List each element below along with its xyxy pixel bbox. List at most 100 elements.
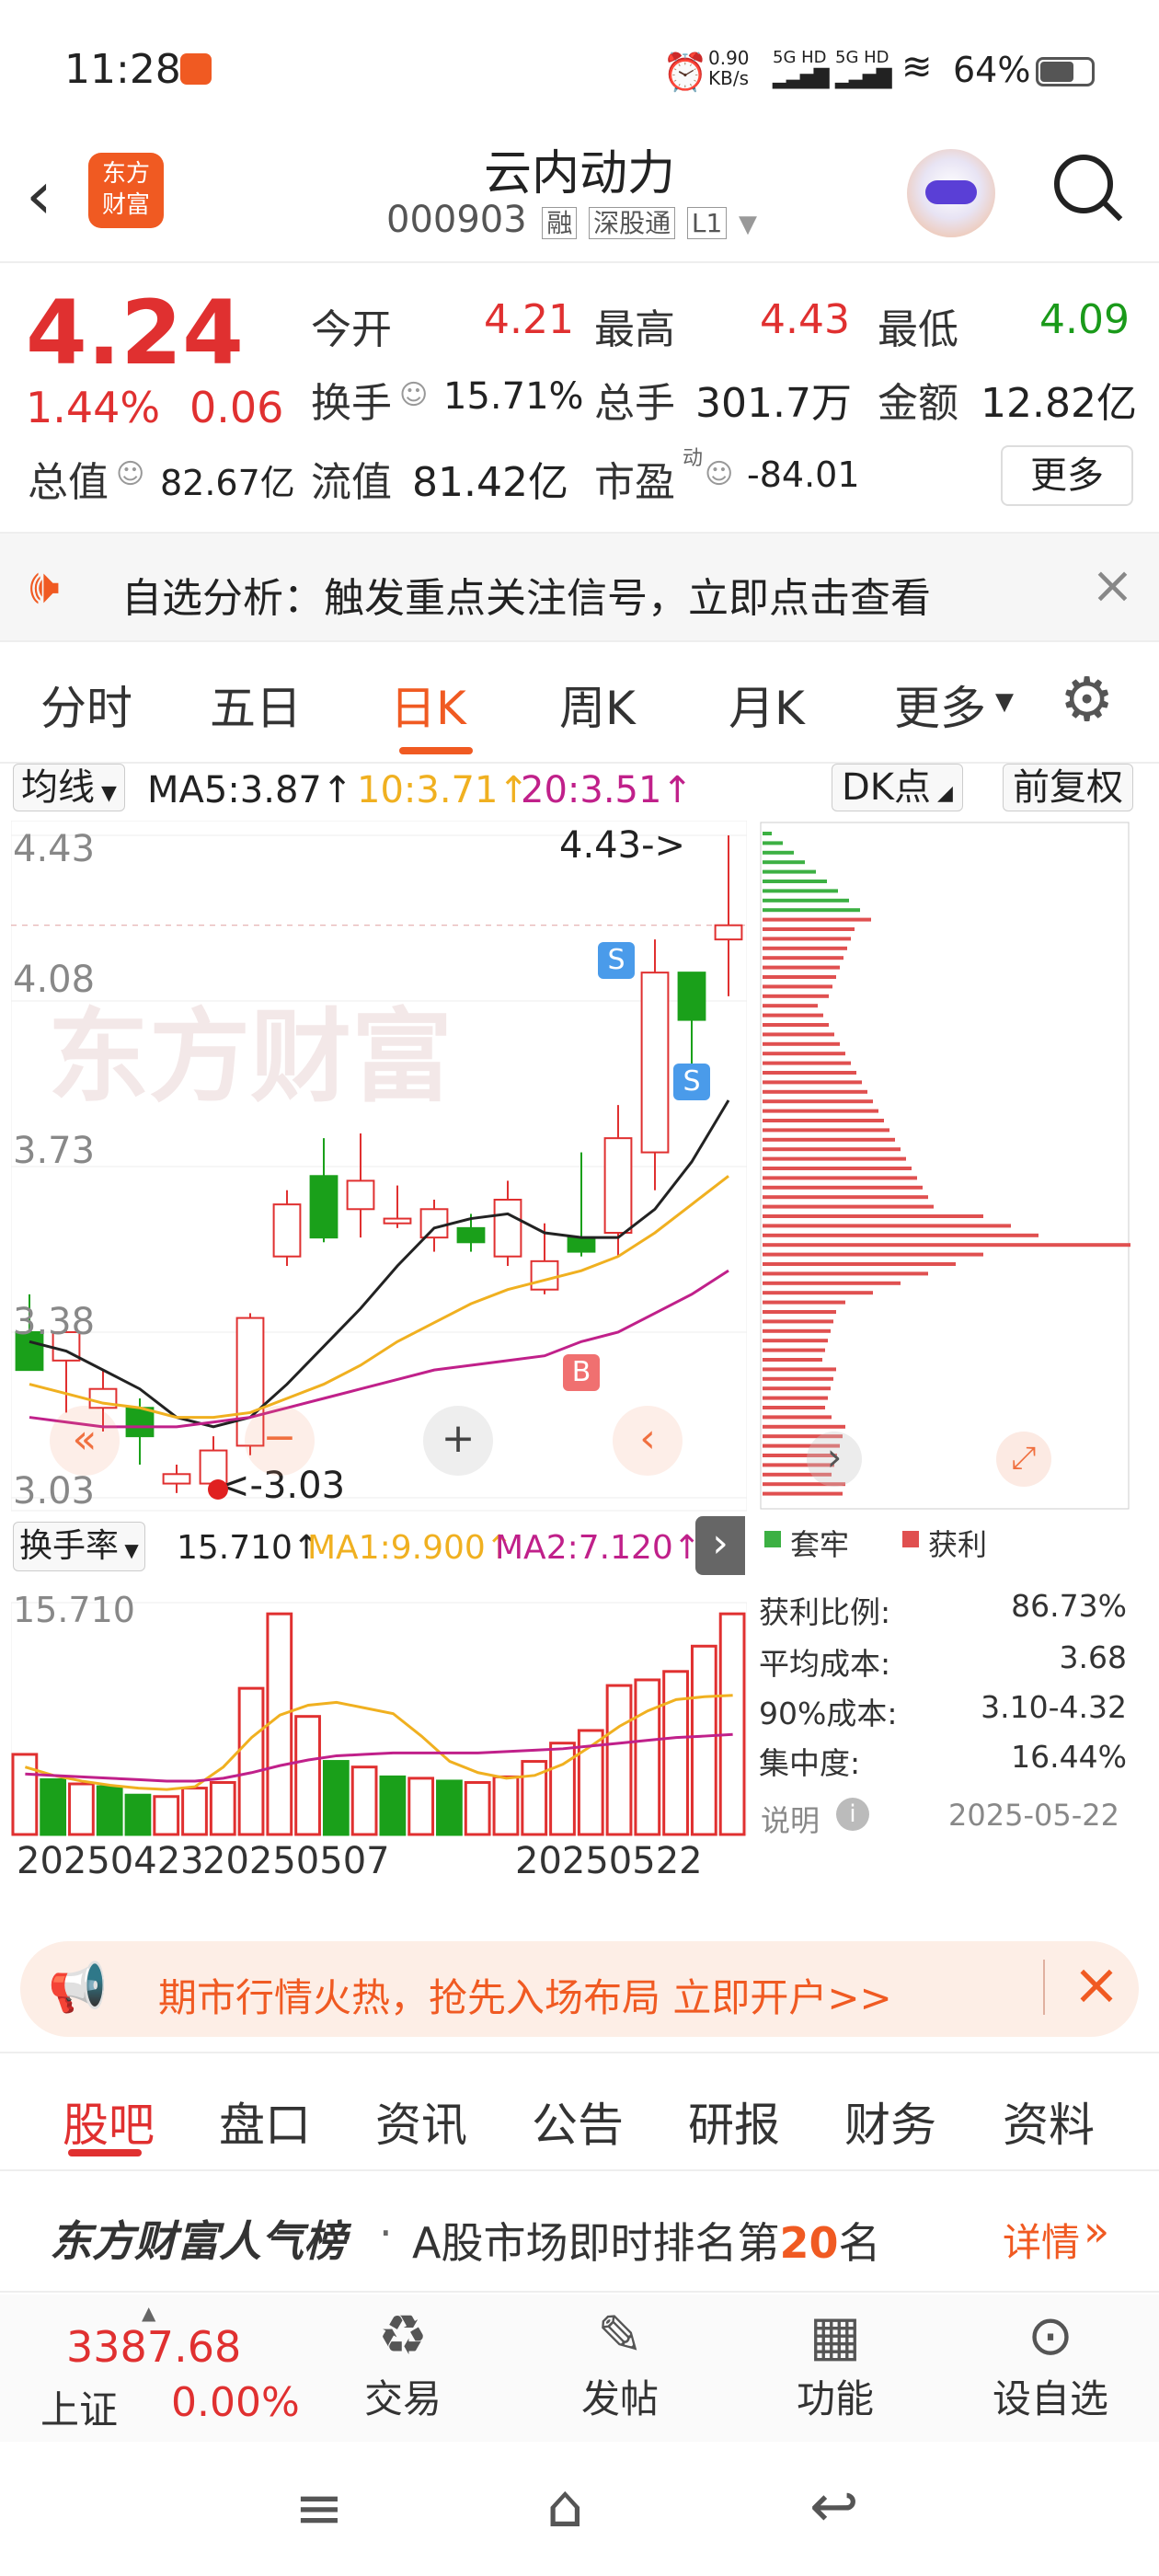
tab-intraday[interactable]: 分时 [40, 672, 132, 738]
post-button[interactable]: ✎ 发帖 [546, 2304, 694, 2424]
active-subtab-indicator [68, 2149, 142, 2156]
chip-bar [763, 1061, 851, 1065]
info-icon[interactable]: ☺ [116, 458, 144, 490]
tab-profile[interactable]: 资料 [1003, 2088, 1095, 2155]
tab-forum[interactable]: 股吧 [63, 2088, 155, 2155]
chip-distribution-panel: › ⤢ 套牢 获利 获利比例: 86.73% 平均成本: 3.68 90%成本: 3.… [759, 821, 1131, 1925]
turnover-bar [322, 1760, 350, 1836]
battery-pct: 64% [953, 50, 1031, 90]
system-nav-bar: ≡ ⌂ ↩ [0, 2442, 1159, 2576]
profit-legend: 获利 [928, 1527, 988, 1562]
open-label: 今开 [311, 306, 392, 353]
status-bar: 11:28 ⏰ 0.90 KB/s 5G HD ▂▃▅▇ 5G HD ▂▃▅▇ … [0, 0, 1159, 129]
buy-signal[interactable]: B [563, 1354, 600, 1391]
chip-bar [763, 927, 855, 931]
stock-name: 云内动力 [483, 146, 675, 201]
cost90-value: 3.10-4.32 [981, 1689, 1127, 1725]
amount-value: 12.82亿 [981, 380, 1137, 427]
tab-monthly-k[interactable]: 月K [729, 672, 805, 738]
price-change: 0.06 [189, 383, 284, 432]
add-watchlist-button[interactable]: ⊙ 设自选 [977, 2304, 1124, 2424]
promo-banner[interactable]: 📢 期市行情火热，抢先入场布局 立即开户>> × [20, 1941, 1139, 2037]
caret-up-icon: ▲ [142, 2302, 156, 2324]
profit-ratio-row: 获利比例: 86.73% [759, 1588, 1127, 1632]
turnover-bar [549, 1742, 576, 1836]
tab-weekly-k[interactable]: 周K [559, 672, 636, 738]
sell-signal-1[interactable]: S [598, 942, 635, 979]
chip-bar [763, 1367, 836, 1372]
explain-link[interactable]: 说明 [761, 1798, 820, 1840]
home-icon[interactable]: ⌂ [546, 2473, 584, 2541]
y-label-3-03: 3.03 [13, 1470, 96, 1512]
candle-body [419, 1208, 449, 1239]
tab-news[interactable]: 资讯 [375, 2088, 467, 2155]
chip-bar [763, 984, 832, 989]
tab-daily-k[interactable]: 日K [390, 672, 466, 738]
turnover-bar [350, 1765, 378, 1836]
tab-orderbook[interactable]: 盘口 [219, 2088, 311, 2155]
details-link[interactable]: 详情 [1003, 2212, 1080, 2268]
add-watchlist-label: 设自选 [992, 2376, 1108, 2421]
gear-icon[interactable]: ⚙ [1060, 664, 1114, 735]
close-icon[interactable]: × [1091, 556, 1134, 615]
close-icon[interactable]: × [1073, 1950, 1120, 2018]
kline-svg[interactable]: 东方财富 [10, 820, 748, 1925]
dk-point-select[interactable]: DK点 ◢ [832, 764, 963, 811]
sell-signal-2[interactable]: S [673, 1064, 710, 1100]
kline-chart[interactable]: 东方财富 4.43 4.08 3.73 3.38 3.03 4.43-> <-3… [10, 820, 748, 1925]
tab-five-day[interactable]: 五日 [210, 672, 302, 738]
popularity-brand: 东方财富人气榜 [50, 2216, 346, 2266]
expand-right-icon[interactable]: › [695, 1516, 745, 1575]
chip-bar [763, 1415, 832, 1420]
rewind-icon[interactable]: « [50, 1406, 120, 1476]
back-icon[interactable]: ‹ [26, 156, 52, 234]
chip-prev-icon[interactable]: › [807, 1432, 862, 1487]
chip-bar [763, 1310, 836, 1314]
turnover-bar [124, 1793, 152, 1836]
menu-icon[interactable]: ≡ [294, 2475, 344, 2543]
candle-body [272, 1203, 302, 1258]
pe-label: 市盈 [594, 459, 675, 506]
candle-body [346, 1179, 375, 1211]
popularity-row[interactable]: 东方财富人气榜 · A股市场即时排名第20名 详情 » [0, 2173, 1159, 2293]
chip-bar [763, 889, 838, 893]
zoom-out-icon[interactable]: − [245, 1406, 315, 1476]
candle-body [677, 972, 706, 1021]
content-tabs: 股吧 盘口 资讯 公告 研报 财务 资料 [0, 2052, 1159, 2171]
zoom-in-icon[interactable]: + [423, 1406, 493, 1476]
volume-value: 301.7万 [695, 380, 852, 427]
dropdown-icon[interactable]: ▼ [739, 211, 757, 238]
sub-indicator-select[interactable]: 换手率 ▼ [13, 1522, 145, 1571]
robot-assistant-icon[interactable] [907, 149, 995, 237]
more-button[interactable]: 更多 [1001, 445, 1133, 506]
adjust-select[interactable]: 前复权 [1003, 764, 1133, 811]
trade-button[interactable]: ♻ 交易 [329, 2304, 476, 2424]
chip-bar [763, 1080, 862, 1085]
tab-finance[interactable]: 财务 [844, 2088, 936, 2155]
turnover-ymax-label: 15.710 [13, 1590, 135, 1630]
turnover-bar [634, 1678, 661, 1836]
tab-announcements[interactable]: 公告 [532, 2088, 624, 2155]
amount-label: 金额 [878, 380, 958, 427]
tab-more[interactable]: 更多 [894, 672, 986, 738]
index-name: 上证 [40, 2387, 119, 2432]
chip-bar [763, 1358, 822, 1362]
indicator-select[interactable]: 均线 ▼ [13, 764, 125, 811]
analysis-banner[interactable]: 🕪 自选分析：触发重点关注信号，立即点击查看 × [0, 532, 1159, 642]
info-icon[interactable]: ☺ [705, 458, 733, 490]
functions-button[interactable]: ▦ 功能 [762, 2304, 909, 2424]
turnover-bar [379, 1775, 407, 1836]
app-logo: 东方 财富 [88, 153, 164, 228]
candle-body [383, 1217, 412, 1225]
index-ticker[interactable]: ▲ 3387.68 上证 0.00% [0, 2294, 313, 2442]
chip-bar [763, 1262, 956, 1266]
fullscreen-icon[interactable]: ⤢ [996, 1432, 1051, 1487]
chip-bar [763, 1109, 878, 1113]
back-nav-icon[interactable]: ↩ [809, 2473, 859, 2541]
chip-bar [763, 1041, 840, 1046]
chip-bar [763, 1271, 928, 1276]
info-icon[interactable]: i [836, 1798, 869, 1831]
tab-research[interactable]: 研报 [688, 2088, 780, 2155]
prev-icon[interactable]: ‹ [613, 1406, 683, 1476]
info-icon[interactable]: ☺ [399, 379, 428, 411]
